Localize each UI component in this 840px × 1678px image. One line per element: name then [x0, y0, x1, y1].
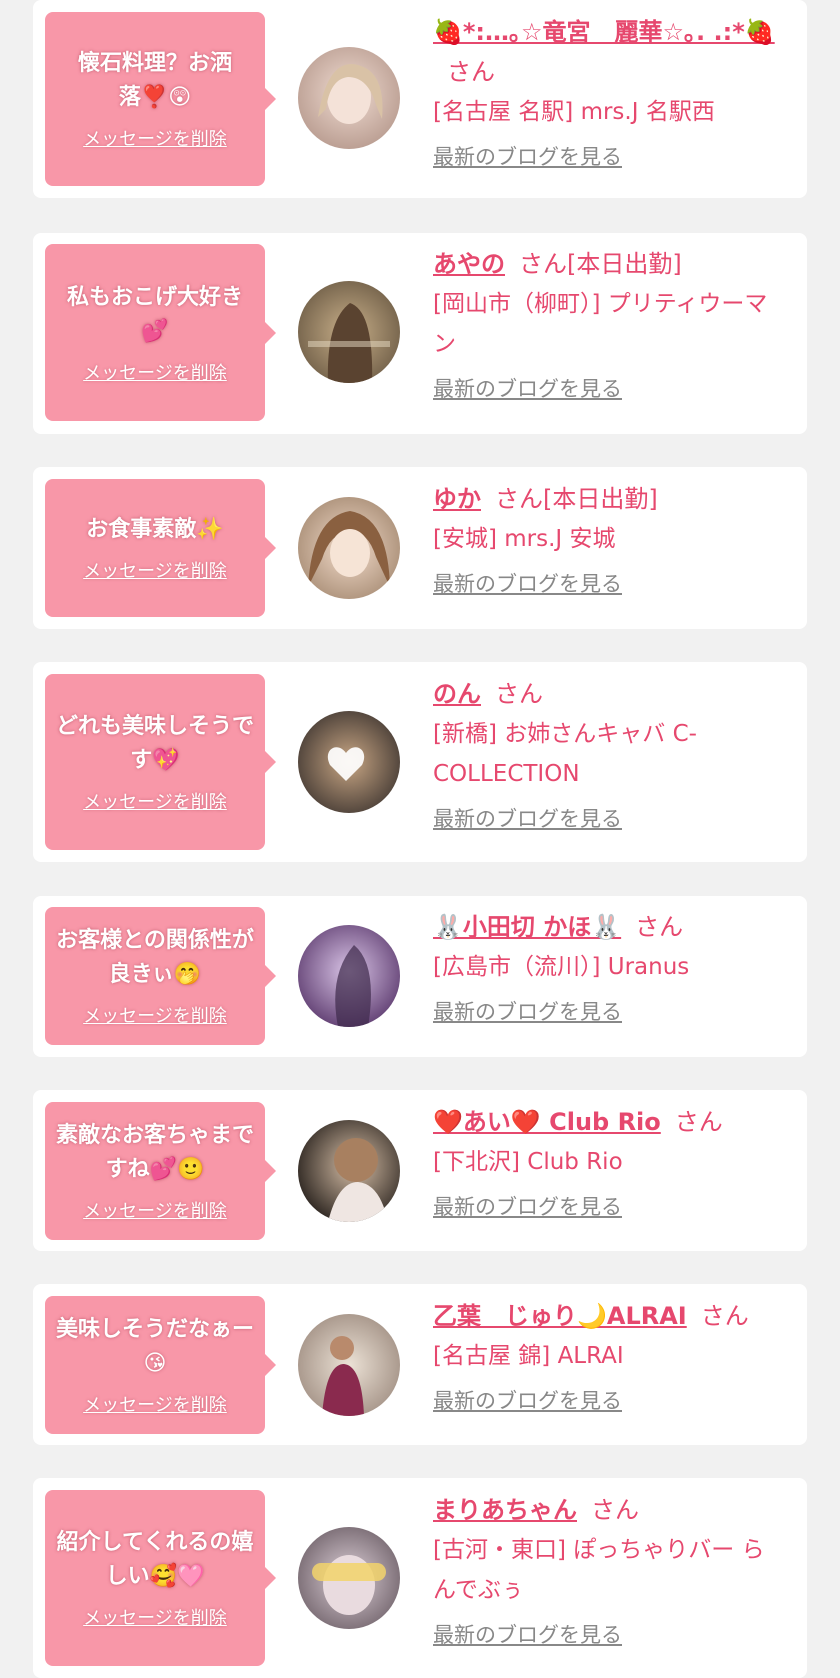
cast-info: 乙葉 じゅり🌙ALRAI さん [名古屋 錦] ALRAI 最新のブログを見る [433, 1296, 783, 1416]
cast-name-link[interactable]: あやの [433, 250, 505, 278]
avatar[interactable] [298, 1120, 400, 1222]
delete-message-link[interactable]: メッセージを削除 [83, 359, 227, 385]
message-text: 美味しそうだなぁー😘 [55, 1317, 254, 1376]
cast-name-link[interactable]: のん [433, 680, 481, 708]
message-bubble: お客様との関係性が良きぃ🤭 メッセージを削除 [45, 907, 276, 1045]
avatar[interactable] [298, 1314, 400, 1416]
delete-message-link[interactable]: メッセージを削除 [83, 1391, 227, 1417]
cast-info: まりあちゃん さん [古河・東口] ぽっちゃりバー らんでぶぅ 最新のブログを見る [433, 1490, 783, 1650]
honorific-label: さん [700, 1302, 749, 1330]
latest-blog-link[interactable]: 最新のブログを見る [433, 1620, 622, 1650]
cast-name-link[interactable]: 🐰小田切 かほ🐰 [433, 913, 621, 941]
honorific-label: さん [495, 680, 543, 708]
honorific-label: さん[本日出勤] [519, 250, 682, 278]
message-bubble: 懐石料理？お洒落❣️😲 メッセージを削除 [45, 12, 276, 186]
cast-name-link[interactable]: ❤️あい❤️ Club Rio [433, 1108, 661, 1136]
cast-info: 🐰小田切 かほ🐰 さん [広島市（流川）] Uranus 最新のブログを見る [433, 907, 783, 1027]
latest-blog-link[interactable]: 最新のブログを見る [433, 997, 622, 1027]
list-item: お客様との関係性が良きぃ🤭 メッセージを削除 🐰小田切 かほ🐰 さん [広島市（流… [33, 896, 807, 1057]
avatar[interactable] [298, 1527, 400, 1629]
message-bubble: どれも美味しそうです💖 メッセージを削除 [45, 674, 276, 850]
delete-message-link[interactable]: メッセージを削除 [83, 1197, 227, 1223]
store-label: [安城] mrs.J 安城 [433, 526, 616, 552]
cast-name-link[interactable]: 🍓*:…｡☆竜宮 麗華☆｡. .:*🍓 [433, 18, 775, 46]
list-item: 素敵なお客ちゃまですね💕🙂 メッセージを削除 ❤️あい❤️ Club Rio さん… [33, 1090, 807, 1251]
message-text: 私もおこげ大好き💕 [66, 284, 243, 344]
message-text: どれも美味しそうです💖 [55, 714, 254, 773]
message-text: お客様との関係性が良きぃ🤭 [56, 928, 254, 987]
delete-message-link[interactable]: メッセージを削除 [83, 788, 227, 814]
cast-info: のん さん [新橋] お姉さんキャバ C-COLLECTION 最新のブログを見る [433, 674, 783, 834]
message-bubble: 素敵なお客ちゃまですね💕🙂 メッセージを削除 [45, 1102, 276, 1240]
list-item: 紹介してくれるの嬉しい🥰🩷 メッセージを削除 まりあちゃん さん [古河・東口] … [33, 1478, 807, 1678]
latest-blog-link[interactable]: 最新のブログを見る [433, 1192, 622, 1222]
avatar-photo-icon [298, 1120, 400, 1222]
avatar-photo-icon [298, 281, 400, 383]
latest-blog-link[interactable]: 最新のブログを見る [433, 804, 622, 834]
avatar-photo-icon [298, 925, 400, 1027]
avatar-photo-icon [298, 1314, 400, 1416]
avatar[interactable] [298, 47, 400, 149]
message-bubble: 紹介してくれるの嬉しい🥰🩷 メッセージを削除 [45, 1490, 276, 1666]
store-label: [広島市（流川）] Uranus [433, 954, 690, 980]
honorific-label: さん [674, 1108, 723, 1136]
message-list: 懐石料理？お洒落❣️😲 メッセージを削除 🍓*:…｡☆竜宮 麗華☆｡. .:*🍓… [0, 0, 840, 1678]
cast-name-link[interactable]: 乙葉 じゅり🌙ALRAI [433, 1302, 687, 1330]
cast-info: あやの さん[本日出勤] [岡山市（柳町）] プリティウーマン 最新のブログを見る [433, 244, 783, 404]
avatar-photo-icon [298, 711, 400, 813]
latest-blog-link[interactable]: 最新のブログを見る [433, 569, 622, 599]
cast-info: ❤️あい❤️ Club Rio さん [下北沢] Club Rio 最新のブログを… [433, 1102, 783, 1222]
store-label: [岡山市（柳町）] プリティウーマン [433, 291, 768, 357]
latest-blog-link[interactable]: 最新のブログを見る [433, 142, 622, 172]
message-bubble: 私もおこげ大好き💕 メッセージを削除 [45, 244, 276, 421]
honorific-label: さん [635, 913, 684, 941]
honorific-label: さん[本日出勤] [495, 485, 658, 513]
avatar[interactable] [298, 281, 400, 383]
avatar[interactable] [298, 497, 400, 599]
store-label: [名古屋 名駅] mrs.J 名駅西 [433, 99, 715, 125]
cast-name-link[interactable]: まりあちゃん [433, 1496, 577, 1524]
store-label: [新橋] お姉さんキャバ C-COLLECTION [433, 721, 697, 787]
list-item: どれも美味しそうです💖 メッセージを削除 のん さん [新橋] お姉さんキャバ C… [33, 662, 807, 862]
cast-info: ゆか さん[本日出勤] [安城] mrs.J 安城 最新のブログを見る [433, 479, 783, 599]
avatar-photo-icon [298, 47, 400, 149]
avatar-photo-icon [298, 1527, 400, 1629]
avatar[interactable] [298, 925, 400, 1027]
delete-message-link[interactable]: メッセージを削除 [83, 1002, 227, 1028]
avatar-photo-icon [298, 497, 400, 599]
delete-message-link[interactable]: メッセージを削除 [83, 557, 227, 583]
message-bubble: お食事素敵✨ メッセージを削除 [45, 479, 276, 617]
latest-blog-link[interactable]: 最新のブログを見る [433, 1386, 622, 1416]
delete-message-link[interactable]: メッセージを削除 [83, 125, 227, 151]
store-label: [古河・東口] ぽっちゃりバー らんでぶぅ [433, 1537, 765, 1603]
list-item: 美味しそうだなぁー😘 メッセージを削除 乙葉 じゅり🌙ALRAI さん [名古屋 … [33, 1284, 807, 1445]
message-text: 紹介してくれるの嬉しい🥰🩷 [56, 1530, 254, 1589]
latest-blog-link[interactable]: 最新のブログを見る [433, 374, 622, 404]
store-label: [名古屋 錦] ALRAI [433, 1343, 624, 1369]
message-bubble: 美味しそうだなぁー😘 メッセージを削除 [45, 1296, 276, 1434]
honorific-label: さん [591, 1496, 639, 1524]
list-item: お食事素敵✨ メッセージを削除 ゆか さん[本日出勤] [安城] mrs.J 安城… [33, 467, 807, 629]
honorific-label: さん [447, 58, 495, 86]
list-item: 懐石料理？お洒落❣️😲 メッセージを削除 🍓*:…｡☆竜宮 麗華☆｡. .:*🍓… [33, 0, 807, 198]
store-label: [下北沢] Club Rio [433, 1149, 623, 1175]
message-text: 懐石料理？お洒落❣️😲 [77, 51, 232, 110]
cast-name-link[interactable]: ゆか [433, 485, 481, 513]
message-text: お食事素敵✨ [86, 517, 224, 542]
list-item: 私もおこげ大好き💕 メッセージを削除 あやの さん[本日出勤] [岡山市（柳町）]… [33, 233, 807, 434]
message-text: 素敵なお客ちゃまですね💕🙂 [55, 1123, 254, 1182]
cast-info: 🍓*:…｡☆竜宮 麗華☆｡. .:*🍓 さん [名古屋 名駅] mrs.J 名駅西… [433, 12, 783, 172]
avatar[interactable] [298, 711, 400, 813]
delete-message-link[interactable]: メッセージを削除 [83, 1604, 227, 1630]
